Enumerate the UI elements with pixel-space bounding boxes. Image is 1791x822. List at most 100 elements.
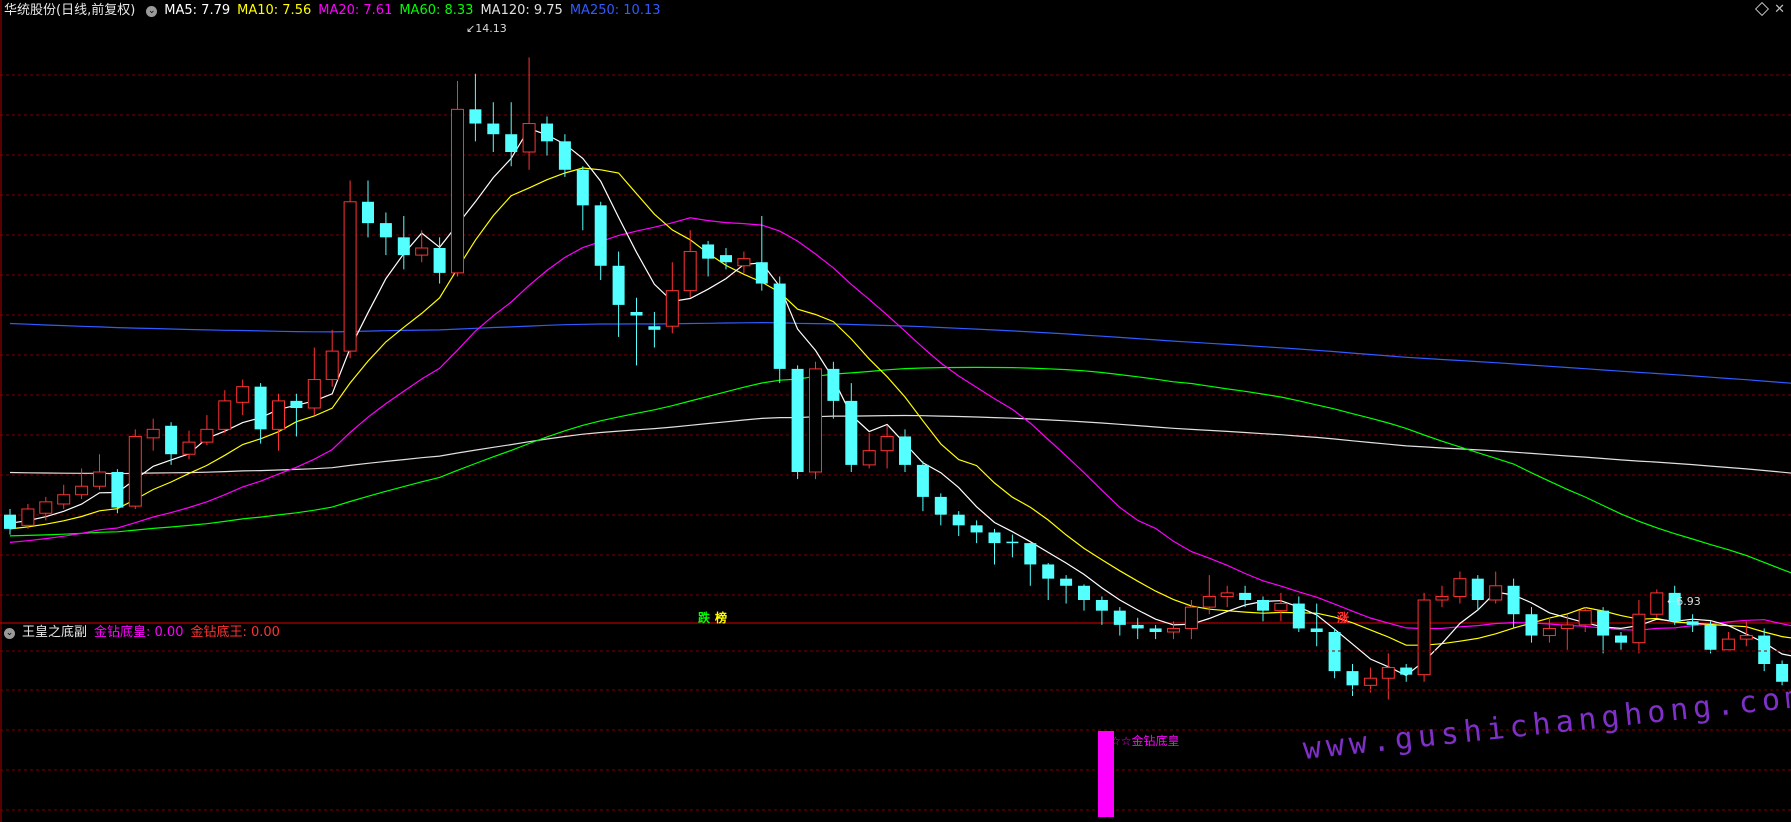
candle bbox=[755, 216, 768, 291]
candle bbox=[1274, 592, 1288, 622]
candle-body bbox=[683, 251, 697, 292]
indicator-marker-label: ☆☆金钻底皇 bbox=[1110, 734, 1180, 748]
candle-body bbox=[1615, 635, 1627, 643]
ma250-label: MA250: 10.13 bbox=[569, 3, 661, 18]
candle bbox=[451, 80, 464, 277]
indicator-2-label: 金钻底王: 0.00 bbox=[190, 625, 280, 640]
candle bbox=[1489, 571, 1503, 604]
candle bbox=[1024, 543, 1037, 586]
candle bbox=[1131, 617, 1144, 640]
candle-body bbox=[630, 312, 643, 316]
candle-body bbox=[576, 169, 589, 206]
candle bbox=[683, 230, 697, 298]
candle-body bbox=[827, 368, 840, 401]
candle bbox=[1507, 578, 1520, 629]
candle bbox=[146, 418, 160, 451]
candle bbox=[57, 484, 71, 509]
candle-body bbox=[451, 108, 464, 274]
candle bbox=[827, 361, 840, 419]
candle bbox=[397, 216, 410, 270]
candle bbox=[916, 461, 929, 512]
candle-body bbox=[522, 123, 536, 153]
candle-body bbox=[39, 501, 53, 514]
low-price-annotation: ←6.93 bbox=[1667, 595, 1701, 608]
candle bbox=[505, 102, 518, 167]
candle-body bbox=[755, 262, 768, 284]
candle bbox=[1758, 628, 1771, 672]
candle-body bbox=[1042, 564, 1055, 579]
candle-body bbox=[343, 201, 357, 352]
candle-body bbox=[325, 350, 339, 381]
candle-body bbox=[397, 237, 410, 256]
candle bbox=[862, 432, 876, 469]
low-price-label: 6.93 bbox=[1676, 595, 1701, 608]
candle-body bbox=[899, 436, 911, 465]
candle-body bbox=[379, 223, 392, 238]
candle-body bbox=[880, 435, 894, 452]
candle-body bbox=[737, 258, 751, 267]
collapse-indicator-icon[interactable]: ⌄ bbox=[146, 5, 158, 17]
candle bbox=[1435, 585, 1449, 608]
sub-title: 王皇之底副 bbox=[22, 625, 88, 640]
candle-body bbox=[200, 428, 214, 443]
candle bbox=[128, 429, 142, 509]
candlestick-chart[interactable] bbox=[0, 0, 1791, 822]
candle bbox=[1650, 589, 1664, 618]
candle-body bbox=[558, 141, 571, 170]
candle-body bbox=[4, 514, 16, 529]
candle bbox=[720, 248, 732, 270]
candle-body bbox=[1006, 541, 1019, 544]
candle-body bbox=[934, 496, 947, 515]
candle-body bbox=[1704, 624, 1717, 650]
candle-body bbox=[1758, 635, 1771, 664]
candle bbox=[1328, 628, 1341, 679]
candle bbox=[1704, 621, 1717, 654]
candle bbox=[200, 415, 214, 445]
candle bbox=[1292, 596, 1305, 632]
candle-body bbox=[916, 464, 929, 497]
candle bbox=[1400, 664, 1413, 682]
candle-series bbox=[4, 57, 1789, 700]
candle bbox=[290, 393, 303, 437]
candle-body bbox=[487, 123, 500, 135]
signal-die: 跌 bbox=[698, 611, 711, 625]
candle bbox=[272, 393, 285, 451]
candle-body bbox=[970, 525, 983, 533]
candle-body bbox=[1489, 585, 1503, 601]
candle-body bbox=[1078, 585, 1090, 600]
candle-body bbox=[93, 471, 106, 487]
high-price-annotation: ↙14.13 bbox=[466, 22, 507, 35]
candle bbox=[1149, 624, 1162, 640]
candle-body bbox=[1578, 610, 1592, 626]
candle-body bbox=[1274, 603, 1288, 612]
candle bbox=[809, 361, 822, 480]
candle-body bbox=[1202, 595, 1216, 608]
candle-body bbox=[307, 379, 321, 409]
candle-body bbox=[254, 386, 267, 430]
candle-body bbox=[433, 248, 446, 273]
candle-body bbox=[165, 425, 178, 455]
candle-body bbox=[1095, 600, 1108, 611]
candle-body bbox=[648, 326, 661, 330]
signal-zhang: 涨 bbox=[1337, 611, 1350, 625]
candle-body bbox=[1721, 638, 1735, 651]
candle bbox=[737, 251, 751, 273]
candle bbox=[343, 180, 357, 359]
indicator-1-label: 金钻底皇: 0.00 bbox=[94, 625, 184, 640]
candle-body bbox=[57, 494, 71, 505]
candle bbox=[39, 496, 53, 521]
collapse-sub-icon[interactable]: ⌄ bbox=[4, 627, 15, 639]
candle bbox=[1363, 667, 1377, 693]
candle bbox=[379, 212, 392, 256]
candle bbox=[541, 116, 553, 156]
candle-body bbox=[1292, 603, 1305, 629]
candle-body bbox=[1597, 610, 1610, 636]
close-icon[interactable]: ✕ bbox=[1774, 3, 1785, 17]
candle bbox=[362, 180, 374, 238]
candle-body bbox=[1632, 613, 1646, 644]
candle-body bbox=[111, 472, 124, 508]
candle-body bbox=[1400, 667, 1413, 675]
candle-body bbox=[290, 400, 303, 408]
candle bbox=[522, 57, 536, 170]
candle-body bbox=[809, 368, 822, 473]
